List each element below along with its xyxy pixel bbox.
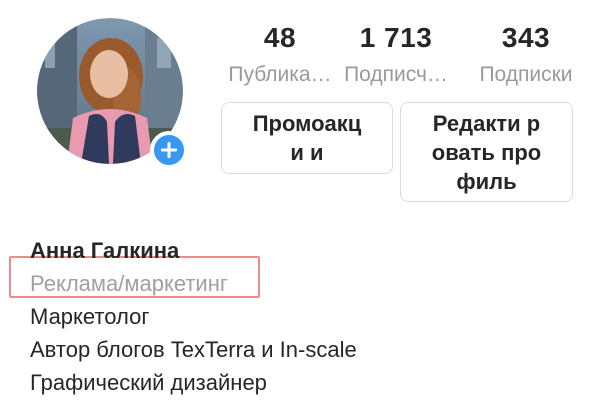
plus-icon xyxy=(161,142,177,158)
bio-line-blogs: Автор блогов TexTerra и In-scale xyxy=(30,337,357,362)
promotions-button-label: Промоакци и xyxy=(252,111,362,165)
posts-count: 48 xyxy=(263,22,297,53)
following-count: 343 xyxy=(501,22,551,53)
profile-name: Анна Галкина xyxy=(30,238,180,263)
profile-bio: Анна Галкина Реклама/маркетинг Маркетоло… xyxy=(30,234,590,399)
followers-label: Подписч… xyxy=(344,63,448,86)
followers-count: 1 713 xyxy=(359,22,433,53)
following-label: Подписки xyxy=(479,63,573,86)
stat-posts[interactable]: 48 Публика… xyxy=(220,20,340,88)
bio-line-role: Маркетолог xyxy=(30,304,150,329)
profile-header: 48 Публика… 1 713 Подписч… 343 Подписки … xyxy=(0,0,600,412)
avatar-container xyxy=(37,18,188,169)
edit-profile-button-label: Редакти ровать профиль xyxy=(431,110,542,194)
stat-following[interactable]: 343 Подписки xyxy=(466,20,586,88)
add-story-button[interactable] xyxy=(150,131,188,169)
stat-followers[interactable]: 1 713 Подписч… xyxy=(336,20,456,88)
promotions-button[interactable]: Промоакци и xyxy=(221,102,393,174)
posts-label: Публика… xyxy=(228,63,332,86)
profile-category: Реклама/маркетинг xyxy=(30,271,228,296)
edit-profile-button[interactable]: Редакти ровать профиль xyxy=(400,102,573,202)
bio-line-designer: Графический дизайнер xyxy=(30,370,267,395)
